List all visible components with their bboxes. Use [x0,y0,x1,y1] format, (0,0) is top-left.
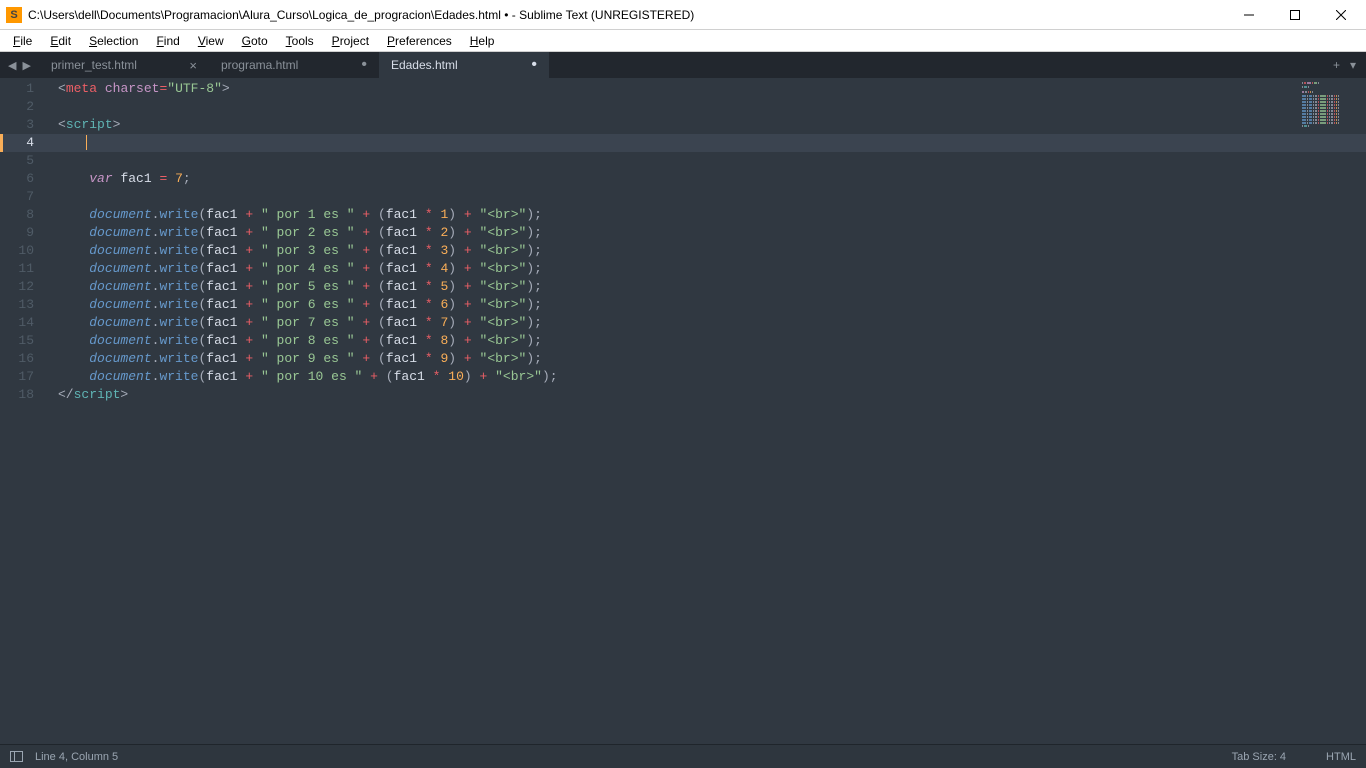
code-line: <script> [52,116,1366,134]
close-button[interactable] [1318,0,1364,30]
panel-toggle-icon[interactable] [10,751,23,762]
tab-size[interactable]: Tab Size: 4 [1232,751,1286,763]
line-number[interactable]: 13 [0,296,52,314]
code-line: document.write(fac1 + " por 8 es " + (fa… [52,332,1366,350]
titlebar: S C:\Users\dell\Documents\Programacion\A… [0,0,1366,30]
code-line: document.write(fac1 + " por 9 es " + (fa… [52,350,1366,368]
line-number[interactable]: 6 [0,170,52,188]
window-controls [1226,0,1364,30]
line-number[interactable]: 9 [0,224,52,242]
app-icon: S [6,7,22,23]
minimize-icon [1244,10,1254,20]
line-number[interactable]: 15 [0,332,52,350]
tab-close-icon[interactable]: × [183,58,197,73]
tab-history-nav: ◀ ▶ [0,52,39,78]
menu-tools[interactable]: Tools [277,32,323,50]
code-line: document.write(fac1 + " por 5 es " + (fa… [52,278,1366,296]
menu-edit[interactable]: Edit [41,32,80,50]
statusbar: Line 4, Column 5 Tab Size: 4 HTML [0,744,1366,768]
code-line: document.write(fac1 + " por 7 es " + (fa… [52,314,1366,332]
code-line [52,152,1366,170]
menu-goto[interactable]: Goto [233,32,277,50]
syntax-mode[interactable]: HTML [1326,751,1356,763]
menu-selection[interactable]: Selection [80,32,147,50]
modified-marker [0,134,3,152]
line-number[interactable]: 14 [0,314,52,332]
nav-back-icon[interactable]: ◀ [8,59,16,72]
line-number-gutter: 123456789101112131415161718 [0,78,52,744]
cursor-position[interactable]: Line 4, Column 5 [35,751,118,763]
code-line: document.write(fac1 + " por 6 es " + (fa… [52,296,1366,314]
menu-preferences[interactable]: Preferences [378,32,461,50]
menu-help[interactable]: Help [461,32,504,50]
line-number[interactable]: 5 [0,152,52,170]
tab-label: programa.html [221,58,298,72]
minimize-button[interactable] [1226,0,1272,30]
menubar: FileEditSelectionFindViewGotoToolsProjec… [0,30,1366,52]
code-line [52,134,1366,152]
menu-project[interactable]: Project [323,32,378,50]
line-number[interactable]: 17 [0,368,52,386]
code-line [52,188,1366,206]
code-line: document.write(fac1 + " por 10 es " + (f… [52,368,1366,386]
code-line: var fac1 = 7; [52,170,1366,188]
code-line [52,98,1366,116]
code-line: document.write(fac1 + " por 2 es " + (fa… [52,224,1366,242]
tabrow: ◀ ▶ primer_test.html×programa.html•Edade… [0,52,1366,78]
window-title: C:\Users\dell\Documents\Programacion\Alu… [28,8,1226,22]
line-number[interactable]: 4 [0,134,52,152]
editor-area: 123456789101112131415161718 <meta charse… [0,78,1366,744]
caret [86,135,87,150]
line-number[interactable]: 2 [0,98,52,116]
maximize-button[interactable] [1272,0,1318,30]
tab-dirty-icon[interactable]: • [355,57,367,73]
tabs: primer_test.html×programa.html•Edades.ht… [39,52,1323,78]
tab-programa-html[interactable]: programa.html • [209,52,379,78]
line-number[interactable]: 12 [0,278,52,296]
tab-label: primer_test.html [51,58,137,72]
menu-find[interactable]: Find [147,32,188,50]
code-line: document.write(fac1 + " por 1 es " + (fa… [52,206,1366,224]
tab-edades-html[interactable]: Edades.html • [379,52,549,78]
minimap[interactable] [1302,82,1362,122]
line-number[interactable]: 10 [0,242,52,260]
line-number[interactable]: 11 [0,260,52,278]
tab-label: Edades.html [391,58,458,72]
tab-dirty-icon[interactable]: • [525,57,537,73]
tab-primer_test-html[interactable]: primer_test.html × [39,52,209,78]
tab-dropdown-button[interactable]: ▾ [1350,58,1356,72]
line-number[interactable]: 7 [0,188,52,206]
new-tab-button[interactable]: + [1333,58,1340,72]
code-line: <meta charset="UTF-8"> [52,80,1366,98]
line-number[interactable]: 1 [0,80,52,98]
close-icon [1336,10,1346,20]
nav-forward-icon[interactable]: ▶ [22,59,30,72]
code-line: document.write(fac1 + " por 4 es " + (fa… [52,260,1366,278]
line-number[interactable]: 16 [0,350,52,368]
code-view[interactable]: <meta charset="UTF-8"> <script> var fac1 … [52,78,1366,744]
menu-view[interactable]: View [189,32,233,50]
code-line: document.write(fac1 + " por 3 es " + (fa… [52,242,1366,260]
code-line: </script> [52,386,1366,404]
line-number[interactable]: 18 [0,386,52,404]
maximize-icon [1290,10,1300,20]
menu-file[interactable]: File [4,32,41,50]
line-number[interactable]: 3 [0,116,52,134]
tab-right-controls: + ▾ [1323,52,1366,78]
line-number[interactable]: 8 [0,206,52,224]
